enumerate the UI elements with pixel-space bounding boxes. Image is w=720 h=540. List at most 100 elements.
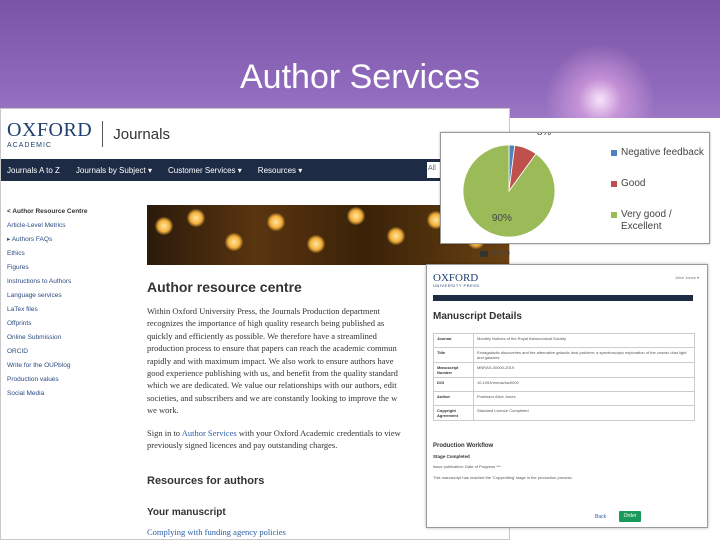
row-key: Title (433, 347, 474, 363)
pie-data-label-0: 2% (502, 133, 517, 134)
workflow-subtitle: Stage Completed (433, 454, 470, 459)
manuscript-details-screenshot: OXFORD UNIVERSITY PRESS Alice Jones ▾ Ma… (426, 264, 708, 528)
signin-line2: previously signed licences and pay outst… (147, 440, 338, 451)
para-line: Within Oxford University Press, the Jour… (147, 306, 380, 316)
sidebar-item-production-values[interactable]: Production values (7, 373, 117, 387)
legend-item-good: Good (611, 178, 704, 190)
row-key: DOI (433, 377, 474, 392)
legend-label: Good (621, 178, 646, 189)
sidebar-item-oupblog[interactable]: Write for the OUPblog (7, 359, 117, 373)
legend-swatch (611, 181, 617, 187)
bulb (307, 235, 325, 253)
oup-nav-bar: Journals A to Z Journals by Subject ▾ Cu… (1, 159, 509, 181)
sidebar-item-online-submission[interactable]: Online Submission (7, 331, 117, 345)
chart-legend: Negative feedback Good Very good / Excel… (611, 147, 704, 252)
sidebar-item-instructions[interactable]: Instructions to Authors (7, 275, 117, 289)
bulb (187, 209, 205, 227)
legend-label: Negative feedback (621, 147, 704, 158)
legend-item-negative: Negative feedback (611, 147, 704, 159)
manuscript-title: Manuscript Details (433, 311, 522, 322)
slide-title: Author Services (240, 58, 480, 96)
header-bar (433, 295, 693, 301)
page-title: Author resource centre (147, 279, 302, 295)
para-line: quickly and efficiently as possible. We … (147, 330, 377, 341)
order-button[interactable]: Order (619, 511, 641, 522)
table-row: Manuscript Number MNRAS-00000-2019 (433, 362, 695, 378)
nav-journals-a-z[interactable]: Journals A to Z (7, 166, 60, 175)
search-input[interactable]: All (427, 162, 441, 178)
pie-data-label-1: 8% (537, 133, 552, 138)
table-row: Copyright Agreement Standard Licence Comp… (433, 405, 695, 421)
sidebar-item-latex[interactable]: LaTex files (7, 303, 117, 317)
sidebar-item-social-media[interactable]: Social Media (7, 387, 117, 401)
pie-data-label-2: 90% (492, 213, 512, 224)
author-services-link[interactable]: Author Services (182, 428, 237, 438)
account-menu[interactable]: Alice Jones ▾ (675, 275, 699, 280)
logo-divider (102, 121, 104, 147)
legend-swatch (611, 150, 617, 156)
row-value: Professor Alice Jones (473, 391, 695, 406)
para-line: societies, and subscribers and we are co… (147, 392, 398, 403)
sidebar: < Author Resource Centre Article-Level M… (7, 205, 117, 401)
row-key: Author (433, 391, 474, 406)
youtube-link[interactable]: YouTu (480, 250, 510, 257)
para-line: which we are dedicated. We value our rel… (147, 380, 397, 391)
sidebar-item-article-metrics[interactable]: Article-Level Metrics (7, 219, 117, 233)
legend-swatch (611, 212, 617, 218)
workflow-title: Production Workflow (433, 443, 494, 449)
bulb (347, 207, 365, 225)
row-value: Standard Licence Completed (473, 405, 695, 421)
para-line: rapidly and with maximum impact. We also… (147, 355, 394, 366)
signin-pre: Sign in to (147, 428, 182, 438)
oup-header: OXFORD ACADEMIC Journals (1, 109, 509, 159)
feedback-pie-chart: 2% 8% 90% Negative feedback Good Very good… (440, 132, 710, 244)
youtube-icon (480, 250, 488, 257)
nav-customer-services[interactable]: Customer Services ▾ (168, 166, 242, 175)
nav-journals-by-subject[interactable]: Journals by Subject ▾ (76, 166, 152, 175)
table-row: Journal Monthly Notices of the Royal Astr… (433, 333, 695, 348)
row-key: Copyright Agreement (433, 405, 474, 421)
row-key: Journal (433, 333, 474, 348)
legend-label: Very good / Excellent (621, 209, 672, 232)
logo-academic-text: ACADEMIC (7, 141, 52, 149)
para-line: we work. (147, 405, 179, 416)
logo-oxford-text: OXFORD (7, 118, 93, 141)
oxford-academic-logo[interactable]: OXFORD ACADEMIC (7, 120, 92, 149)
bulb (387, 227, 405, 245)
signin-post: with your Oxford Academic credentials to… (236, 428, 401, 438)
table-row: Author Professor Alice Jones (433, 391, 695, 406)
bulb (267, 213, 285, 231)
bulb (155, 217, 173, 235)
bulb (225, 233, 243, 251)
oup-logo[interactable]: OXFORD UNIVERSITY PRESS (433, 273, 480, 288)
para-line: good experience publishing with us, and … (147, 368, 398, 379)
sidebar-item-language[interactable]: Language services (7, 289, 117, 303)
sidebar-item-offprints[interactable]: Offprints (7, 317, 117, 331)
nav-resources[interactable]: Resources ▾ (258, 166, 302, 175)
sidebar-item-orcid[interactable]: ORCID (7, 345, 117, 359)
manuscript-heading: Your manuscript (147, 507, 226, 518)
sidebar-item-label: Authors FAQs (11, 236, 53, 243)
para-line: recognizes the importance of high qualit… (147, 318, 385, 329)
funding-policies-link[interactable]: Complying with funding agency policies (147, 527, 286, 537)
sidebar-item-authors-faqs[interactable]: ▸ Authors FAQs (7, 233, 117, 247)
sidebar-item-ethics[interactable]: Ethics (7, 247, 117, 261)
table-row: DOI 10.1093/mnras/stz0000 (433, 377, 695, 392)
slide-header: Author Services (0, 0, 720, 118)
row-value: Extragalactic discoveries and the altern… (473, 347, 695, 363)
legend-item-very-good: Very good / Excellent (611, 209, 704, 233)
row-value: MNRAS-00000-2019 (473, 362, 695, 378)
logo-press-text: UNIVERSITY PRESS (433, 283, 480, 288)
row-key: Manuscript Number (433, 362, 474, 378)
row-value: 10.1093/mnras/stz0000 (473, 377, 695, 392)
intro-paragraph: Within Oxford University Press, the Jour… (147, 305, 447, 417)
resources-heading: Resources for authors (147, 475, 265, 487)
back-button[interactable]: Back (595, 514, 606, 520)
sidebar-item-figures[interactable]: Figures (7, 261, 117, 275)
workflow-line: Issue publication: Date of Progress *** (433, 464, 501, 469)
manuscript-table: Journal Monthly Notices of the Royal Astr… (433, 333, 695, 421)
youtube-label: YouTu (490, 250, 510, 257)
journals-label: Journals (113, 125, 170, 143)
sidebar-back-link[interactable]: < Author Resource Centre (7, 205, 117, 219)
workflow-line: This manuscript has reached the 'Copyedi… (433, 475, 573, 480)
